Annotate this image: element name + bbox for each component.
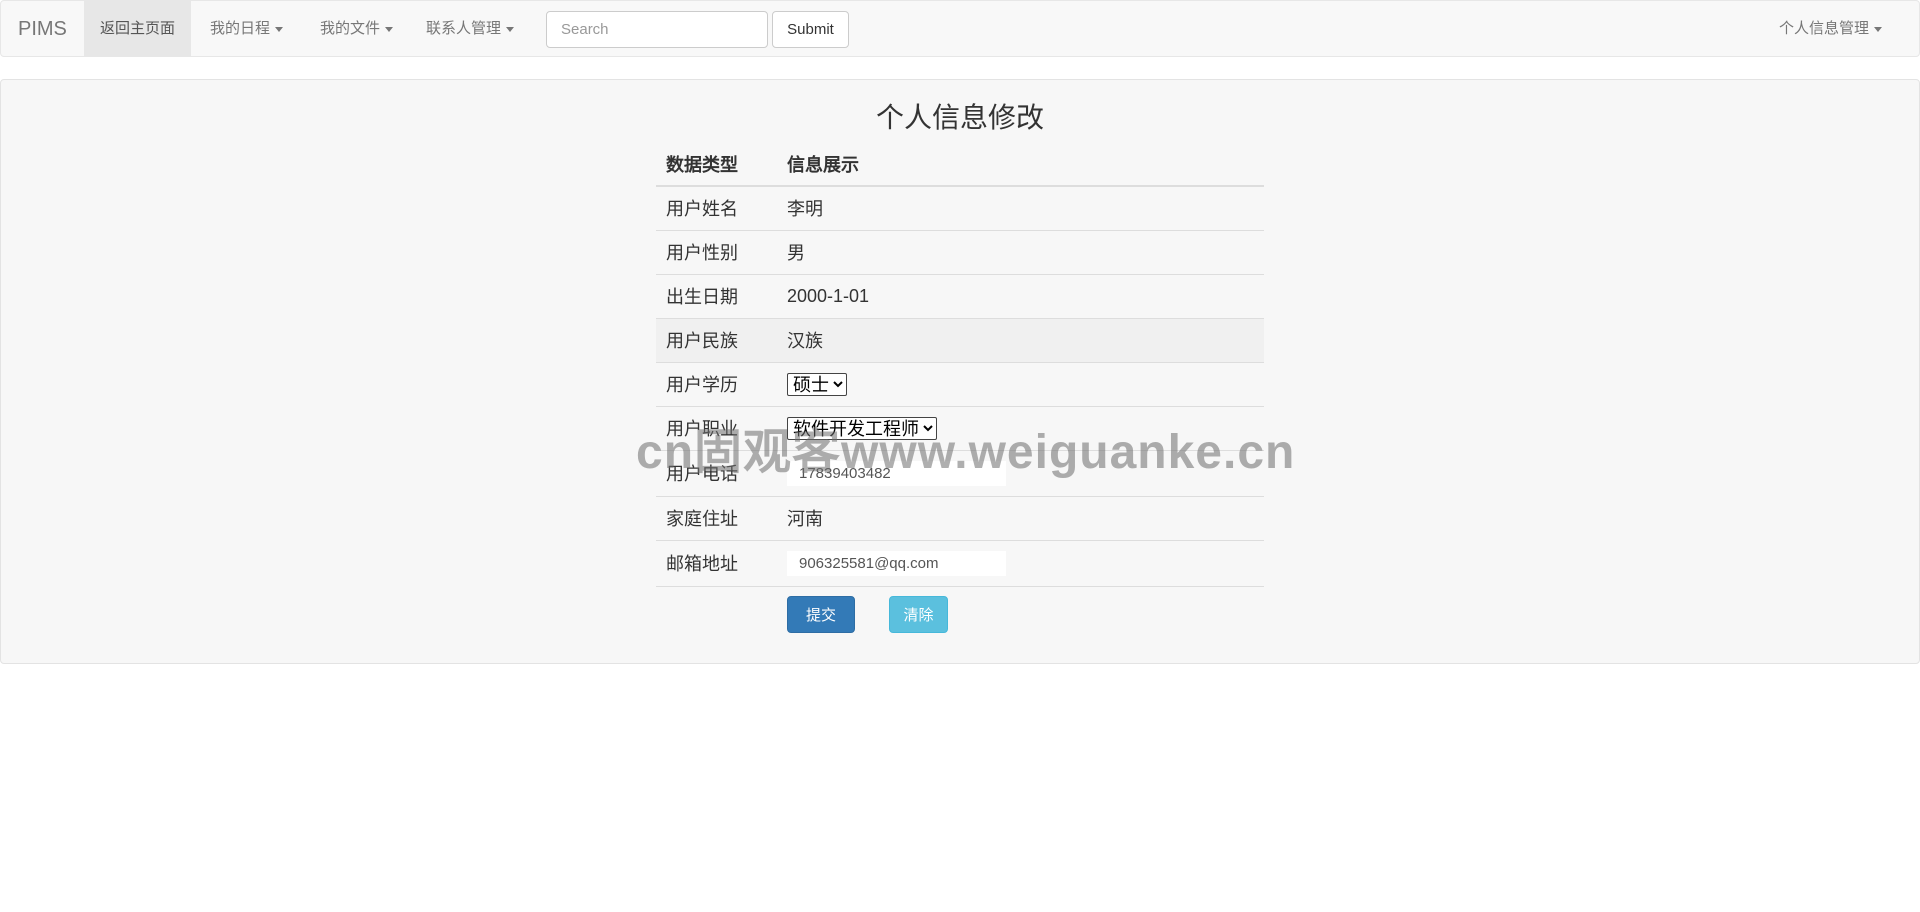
watermark: cn固观客www.weiguanke.cn [636,426,1296,479]
row-label: 用户性别 [656,229,777,274]
table-row: 用户性别 男 [656,229,1264,274]
nav-files-label: 我的文件 [320,20,381,37]
row-label: 邮箱地址 [656,539,777,586]
submit-button[interactable]: 提交 [787,596,855,633]
caret-down-icon [275,26,284,32]
gender-value: 男 [777,229,1264,274]
table-row: 邮箱地址 [656,539,1264,586]
row-label: 用户民族 [656,317,777,362]
table-row: 用户民族 汉族 [656,317,1264,362]
table-header-row: 数据类型 信息展示 [656,142,1264,187]
row-label: 出生日期 [656,273,777,318]
info-table: 数据类型 信息展示 用户姓名 李明 用户性别 男 出生日期 2000-1-01 … [656,142,1264,587]
top-navbar: PIMS 返回主页面 我的日程 我的文件 联系人管理 Submit 个人信息管理 [0,0,1920,57]
nav-contacts-label: 联系人管理 [426,20,502,37]
email-input[interactable] [787,550,1006,576]
ethnicity-value: 汉族 [777,317,1264,362]
nav-profile-label: 个人信息管理 [1779,20,1870,37]
search-submit-button[interactable]: Submit [772,11,849,48]
caret-down-icon [1874,26,1883,32]
row-label: 用户学历 [656,361,777,406]
brand-logo[interactable]: PIMS [18,18,67,41]
address-value: 河南 [777,495,1264,540]
row-label: 家庭住址 [656,495,777,540]
education-select[interactable]: 硕士 [787,372,847,396]
caret-down-icon [506,26,515,32]
nav-files-dropdown[interactable]: 我的文件 [304,1,409,56]
table-row: 用户姓名 李明 [656,185,1264,230]
birthdate-value: 2000-1-01 [777,273,1264,318]
column-header-info: 信息展示 [777,142,1264,187]
nav-contacts-dropdown[interactable]: 联系人管理 [410,1,530,56]
table-row: 出生日期 2000-1-01 [656,273,1264,318]
nav-profile-dropdown[interactable]: 个人信息管理 [1763,1,1898,56]
name-value: 李明 [777,185,1264,230]
table-row: 家庭住址 河南 [656,495,1264,540]
caret-down-icon [385,26,394,32]
nav-schedule-dropdown[interactable]: 我的日程 [194,1,299,56]
clear-button[interactable]: 清除 [889,596,948,633]
nav-home[interactable]: 返回主页面 [84,1,192,56]
page-title: 个人信息修改 [875,102,1044,133]
column-header-type: 数据类型 [656,142,777,187]
table-row-actions [656,585,1264,587]
row-label: 用户姓名 [656,185,777,230]
nav-home-label: 返回主页面 [100,20,176,37]
search-input[interactable] [546,11,768,48]
nav-schedule-label: 我的日程 [210,20,271,37]
table-row: 用户学历 硕士 [656,361,1264,406]
